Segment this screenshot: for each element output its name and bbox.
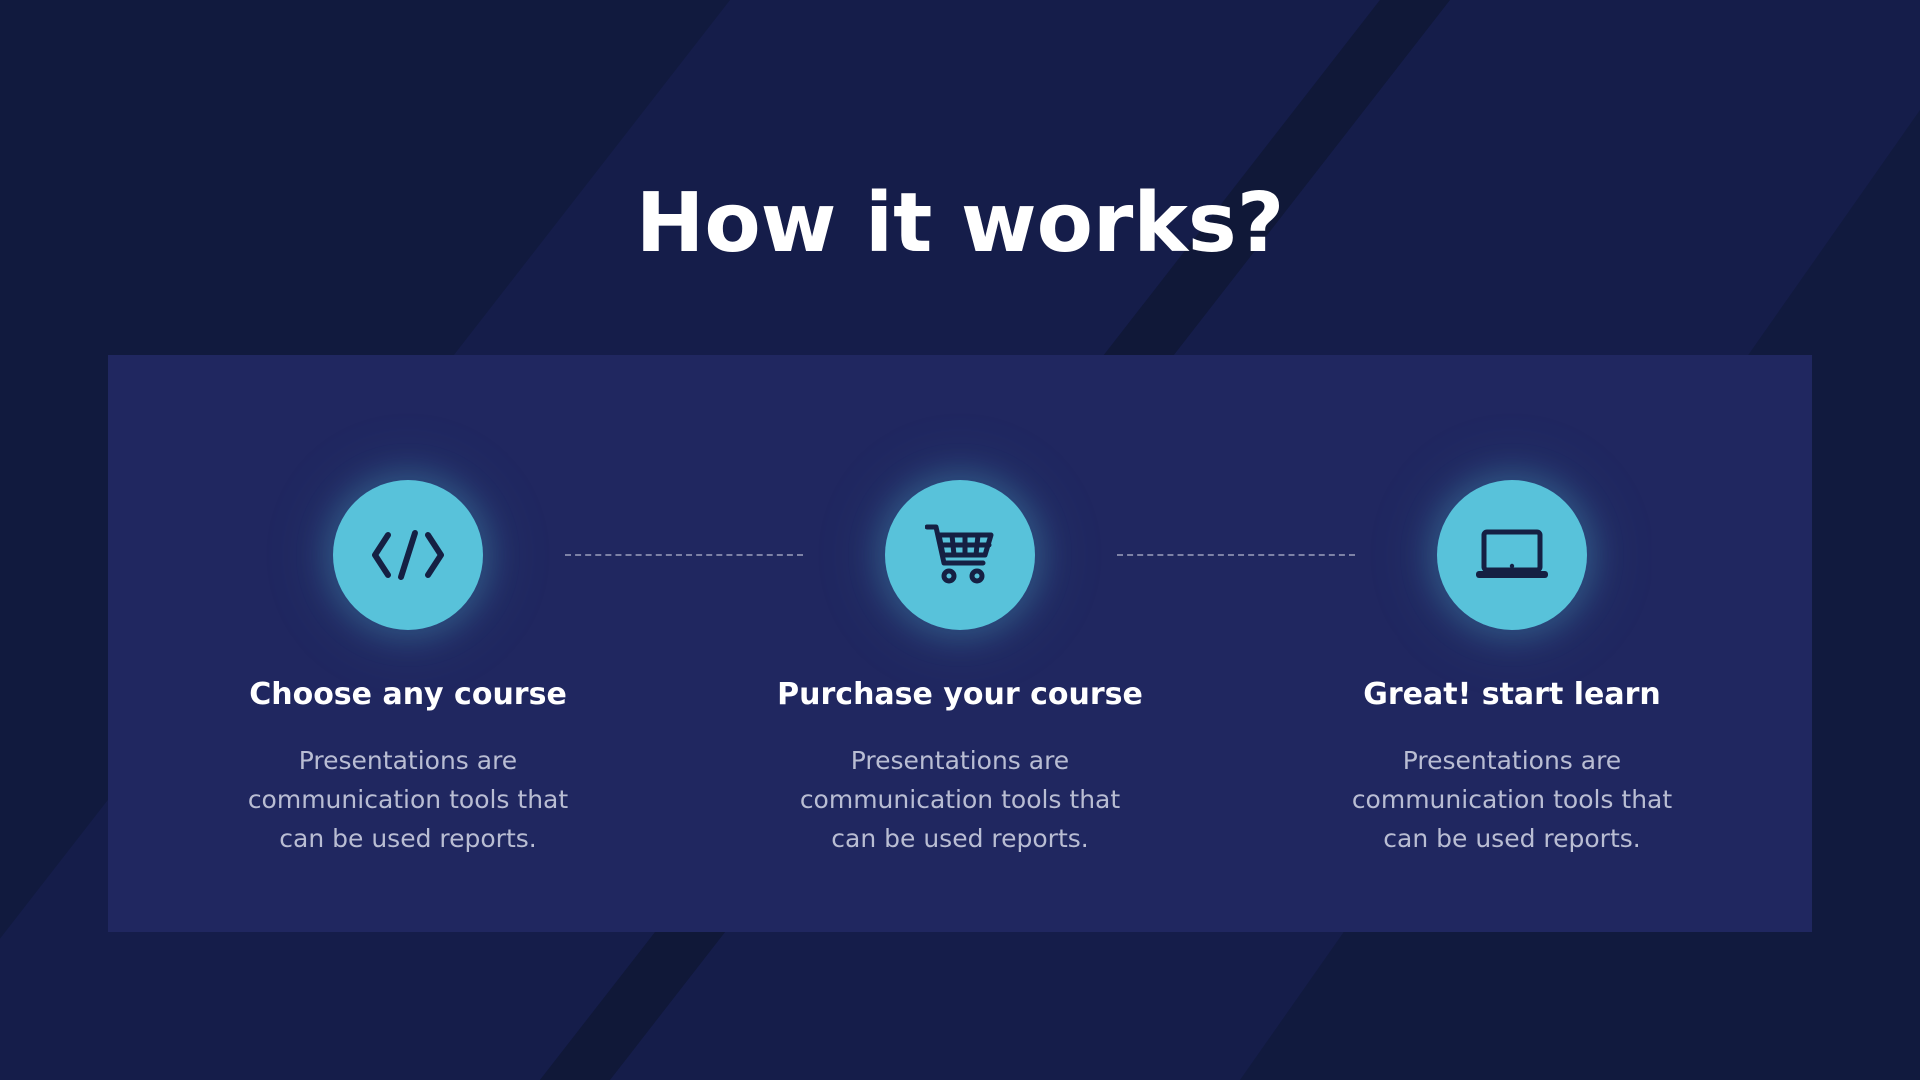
code-icon [372, 530, 444, 580]
steps-panel: Choose any course Presentations are comm… [108, 355, 1812, 932]
step-icon-circle [885, 480, 1035, 630]
step-description: Presentations are communication tools th… [1351, 746, 1673, 853]
step-title: Purchase your course [777, 677, 1143, 712]
step-icon-circle [333, 480, 483, 630]
step-start-learn: Great! start learn Presentations are com… [1302, 355, 1722, 932]
step-purchase-course: Purchase your course Presentations are c… [750, 355, 1170, 932]
step-description: Presentations are communication tools th… [799, 746, 1121, 853]
step-description: Presentations are communication tools th… [247, 746, 569, 853]
step-icon-circle [1437, 480, 1587, 630]
shopping-cart-icon [925, 524, 994, 584]
laptop-icon [1476, 529, 1548, 578]
step-title: Great! start learn [1363, 677, 1661, 712]
page-title: How it works? [635, 176, 1285, 271]
step-title: Choose any course [249, 677, 567, 712]
step-choose-course: Choose any course Presentations are comm… [198, 355, 618, 932]
